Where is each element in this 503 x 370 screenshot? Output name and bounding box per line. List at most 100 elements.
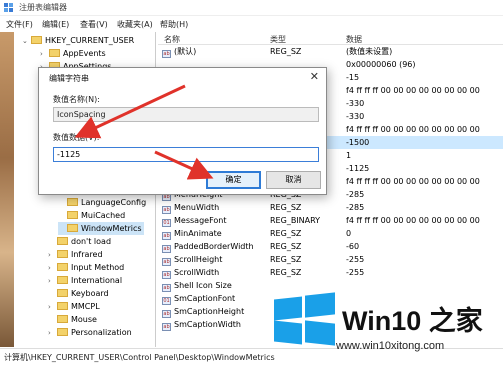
value-data-cell: -255 — [346, 268, 365, 277]
tree-item-international[interactable]: › International — [48, 274, 122, 287]
tree-item-appevents[interactable]: › AppEvents — [40, 47, 106, 60]
menu-help[interactable]: 帮助(H) — [160, 19, 188, 30]
value-data-cell: (数值未设置) — [346, 47, 393, 56]
folder-icon — [67, 198, 78, 206]
value-name-label: 数值名称(N): — [53, 95, 100, 104]
column-header-type[interactable]: 类型 — [270, 34, 286, 45]
string-value-icon: ab — [162, 310, 171, 318]
value-data-cell: f4 ff ff ff 00 00 00 00 00 00 00 00 — [346, 216, 480, 225]
registry-path: 计算机\HKEY_CURRENT_USER\Control Panel\Desk… — [4, 353, 275, 362]
binary-value-icon: 01 — [162, 297, 171, 305]
folder-icon — [57, 289, 68, 297]
tree-item-hkcu[interactable]: ⌄ HKEY_CURRENT_USER — [22, 34, 134, 47]
window-title: 注册表编辑器 — [19, 3, 67, 12]
value-data-cell: -1125 — [346, 164, 370, 173]
value-name-cell: ab Shell Icon Size — [162, 281, 232, 292]
watermark: Win10 之家 www.win10xitong.com — [272, 292, 503, 364]
value-name-cell: 01 SmCaptionFont — [162, 294, 236, 305]
title-bar: 注册表编辑器 — [0, 0, 503, 16]
value-name-cell: ab MenuWidth — [162, 203, 220, 214]
value-data-cell: -60 — [346, 242, 360, 251]
column-header-data[interactable]: 数据 — [346, 34, 362, 45]
value-type-cell: REG_SZ — [270, 268, 302, 277]
value-name-cell: ab SmCaptionHeight — [162, 307, 245, 318]
tree-item-infrared[interactable]: › Infrared — [48, 248, 103, 261]
chevron-right-icon[interactable]: › — [48, 327, 57, 340]
value-name-cell: ab PaddedBorderWidth — [162, 242, 254, 253]
value-name-cell: 01 MessageFont — [162, 216, 227, 227]
value-name-cell: ab SmCaptionWidth — [162, 320, 242, 331]
folder-icon — [31, 36, 42, 44]
list-row[interactable]: ab PaddedBorderWidth REG_SZ -60 — [158, 240, 503, 253]
value-type-cell: REG_BINARY — [270, 216, 321, 225]
cancel-button[interactable]: 取消 — [266, 171, 321, 189]
value-name-field[interactable]: IconSpacing — [53, 107, 319, 122]
value-name-cell: ab MinAnimate — [162, 229, 222, 240]
tree-item-mmcpl[interactable]: › MMCPL — [48, 300, 100, 313]
folder-icon — [57, 302, 68, 310]
list-row[interactable]: ab ScrollWidth REG_SZ -255 — [158, 266, 503, 279]
list-row[interactable]: ab Shell Icon Size — [158, 279, 503, 292]
list-row[interactable]: ab (默认) REG_SZ (数值未设置) — [158, 45, 503, 58]
menu-bar: 文件(F) 编辑(E) 查看(V) 收藏夹(A) 帮助(H) — [0, 16, 503, 32]
folder-icon — [67, 224, 78, 232]
value-data-cell: -330 — [346, 99, 365, 108]
string-value-icon: ab — [162, 258, 171, 266]
folder-icon — [49, 49, 60, 57]
value-data-cell: f4 ff ff ff 00 00 00 00 00 00 00 00 — [346, 86, 480, 95]
tree-item-mouse[interactable]: Mouse — [48, 313, 97, 326]
list-row[interactable]: ab ScrollHeight REG_SZ -255 — [158, 253, 503, 266]
value-type-cell: REG_SZ — [270, 255, 302, 264]
dialog-title: 编辑字符串 — [49, 74, 89, 83]
registry-editor-icon — [4, 3, 13, 12]
list-row[interactable]: ab MinAnimate REG_SZ 0 — [158, 227, 503, 240]
folder-icon — [57, 237, 68, 245]
value-data-cell: -285 — [346, 190, 365, 199]
value-data-cell: 0 — [346, 229, 352, 238]
value-data-cell: -1500 — [346, 138, 370, 147]
folder-icon — [57, 250, 68, 258]
ok-button[interactable]: 确定 — [206, 171, 261, 189]
value-data-cell: -255 — [346, 255, 365, 264]
list-header: 名称 类型 数据 — [158, 32, 503, 45]
tree-item-personalization[interactable]: › Personalization — [48, 326, 132, 339]
menu-edit[interactable]: 编辑(E) — [42, 19, 69, 30]
tree-item-languageconfig[interactable]: LanguageConfig — [58, 196, 146, 209]
chevron-down-icon[interactable]: ⌄ — [22, 35, 31, 48]
string-value-icon: ab — [162, 232, 171, 240]
folder-icon — [57, 276, 68, 284]
edit-string-dialog: 编辑字符串 ✕ 数值名称(N): IconSpacing 数值数据(V): -1… — [38, 67, 327, 195]
value-type-cell: REG_SZ — [270, 242, 302, 251]
column-header-name[interactable]: 名称 — [164, 34, 180, 45]
menu-view[interactable]: 查看(V) — [80, 19, 108, 30]
string-value-icon: ab — [162, 271, 171, 279]
tree-item-dontload[interactable]: don't load — [48, 235, 111, 248]
value-name-cell: ab ScrollWidth — [162, 268, 220, 279]
tree-item-keyboard[interactable]: Keyboard — [48, 287, 109, 300]
menu-file[interactable]: 文件(F) — [6, 19, 33, 30]
list-row[interactable]: ab MenuWidth REG_SZ -285 — [158, 201, 503, 214]
value-data-label: 数值数据(V): — [53, 133, 100, 142]
value-data-cell: 0x00000060 (96) — [346, 60, 416, 69]
value-data-cell: f4 ff ff ff 00 00 00 00 00 00 00 00 — [346, 125, 480, 134]
windows-logo-icon — [274, 292, 336, 346]
value-data-cell: -15 — [346, 73, 360, 82]
value-data-cell: -285 — [346, 203, 365, 212]
string-value-icon: ab — [162, 323, 171, 331]
string-value-icon: ab — [162, 245, 171, 253]
watermark-site: www.win10xitong.com — [336, 340, 445, 352]
value-type-cell: REG_SZ — [270, 229, 302, 238]
desktop-background-strip — [0, 32, 14, 347]
string-value-icon: ab — [162, 50, 171, 58]
binary-value-icon: 01 — [162, 219, 171, 227]
tree-item-inputmethod[interactable]: › Input Method — [48, 261, 124, 274]
list-row[interactable]: 01 MessageFont REG_BINARY f4 ff ff ff 00 00… — [158, 214, 503, 227]
value-data-input[interactable]: -1125 — [53, 147, 319, 162]
tree-item-windowmetrics[interactable]: WindowMetrics — [58, 222, 144, 235]
watermark-brand: Win10 之家 — [342, 306, 483, 336]
close-icon[interactable]: ✕ — [310, 70, 319, 83]
folder-icon — [67, 211, 78, 219]
menu-favorites[interactable]: 收藏夹(A) — [117, 19, 153, 30]
tree-item-muicached[interactable]: MuiCached — [58, 209, 125, 222]
value-name-cell: ab (默认) — [162, 47, 197, 58]
